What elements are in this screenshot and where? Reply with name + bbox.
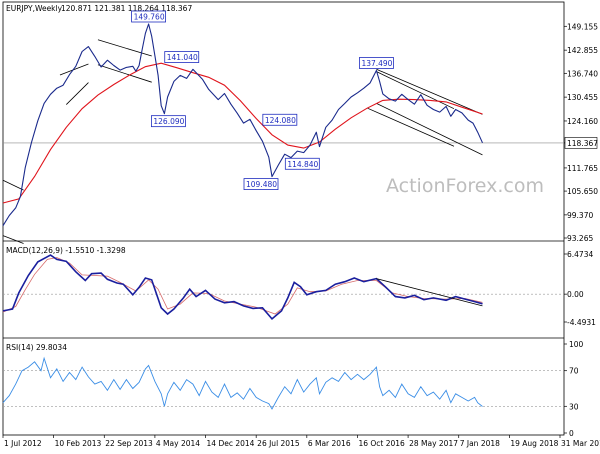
macd-title: MACD(12,26,9) -1.5510 -1.3298	[6, 246, 126, 255]
level-annotation-label: 149.760	[134, 13, 165, 22]
price-axis-label: 149.155	[567, 22, 598, 31]
price-axis-label: 111.765	[567, 164, 598, 173]
rsi-axis-label: 70	[569, 367, 579, 376]
x-axis-label: 6 Mar 2016	[308, 439, 351, 448]
level-annotation-label: 114.840	[287, 160, 318, 169]
price-axis-label: 105.650	[567, 187, 598, 196]
x-axis-label: 4 May 2014	[156, 439, 200, 448]
macd-axis-label: 0.00	[567, 290, 584, 299]
price-axis-label: 118.367	[567, 139, 598, 148]
price-axis-label: 130.455	[567, 93, 598, 102]
watermark: ActionForex.com	[386, 175, 544, 197]
rsi-axis-label: 0	[569, 429, 574, 438]
x-axis-label: 16 Oct 2016	[358, 439, 405, 448]
chart-root: EURJPY,Weekly 120.871 121.381 118.264 11…	[0, 0, 600, 450]
x-axis-label: 26 Jul 2015	[257, 439, 300, 448]
rsi-axis-label: 100	[569, 340, 584, 349]
price-axis-label: 124.160	[567, 117, 598, 126]
price-axis-label: 136.740	[567, 69, 598, 78]
macd-axis-label: -4.4931	[567, 318, 596, 327]
x-axis-label: 10 Feb 2013	[55, 439, 102, 448]
rsi-title: RSI(14) 29.8034	[6, 343, 67, 352]
level-annotation-label: 126.090	[153, 117, 184, 126]
x-axis-label: 1 Jul 2012	[4, 439, 42, 448]
x-axis-label: 31 Mar 2019	[561, 439, 600, 448]
rsi-axis-label: 30	[569, 402, 579, 411]
quote-label: 120.871 121.381 118.264 118.367	[61, 4, 192, 13]
chart-background	[0, 0, 600, 450]
x-axis-label: 22 Sep 2013	[105, 439, 153, 448]
level-annotation-label: 137.490	[361, 59, 392, 68]
level-annotation-label: 141.040	[167, 53, 198, 62]
x-axis-label: 7 Jan 2018	[460, 439, 500, 448]
chart-svg: EURJPY,Weekly 120.871 121.381 118.264 11…	[0, 0, 600, 450]
x-axis-label: 28 May 2017	[409, 439, 458, 448]
level-annotation-label: 109.480	[246, 180, 277, 189]
price-axis-label: 99.370	[567, 211, 593, 220]
symbol-label: EURJPY,Weekly	[6, 4, 63, 13]
x-axis-label: 19 Aug 2018	[510, 439, 558, 448]
price-axis-label: 142.855	[567, 46, 598, 55]
macd-axis-label: 6.4734	[567, 250, 593, 259]
x-axis-label: 14 Dec 2014	[207, 439, 255, 448]
level-annotation-label: 124.080	[265, 116, 296, 125]
price-axis-label: 93.265	[567, 234, 593, 243]
